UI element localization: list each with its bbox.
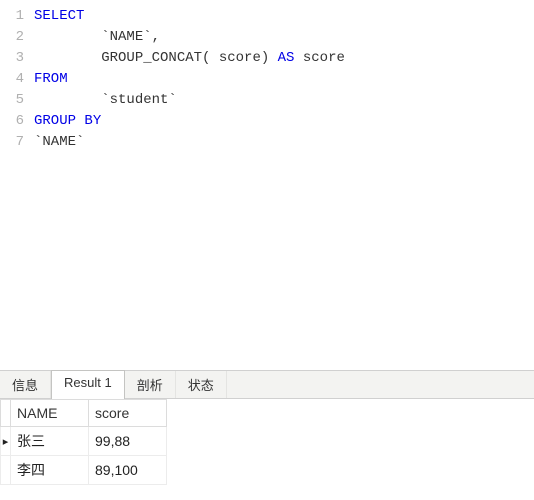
sql-editor[interactable]: 1SELECT2 `NAME`,3 GROUP_CONCAT( score) A… — [0, 0, 534, 370]
tab-result-1[interactable]: Result 1 — [51, 370, 125, 399]
table-cell[interactable]: 89,100 — [89, 456, 167, 485]
row-marker-header — [1, 400, 11, 427]
line-number: 2 — [0, 27, 34, 48]
column-header[interactable]: NAME — [11, 400, 89, 427]
code-content[interactable]: `NAME` — [34, 132, 534, 153]
result-panel: NAMEscore▸张三99,88李四89,100 — [0, 399, 534, 485]
code-content[interactable]: `NAME`, — [34, 27, 534, 48]
code-line[interactable]: 7`NAME` — [0, 132, 534, 153]
column-header[interactable]: score — [89, 400, 167, 427]
code-content[interactable]: SELECT — [34, 6, 534, 27]
tab-剖析[interactable]: 剖析 — [125, 371, 176, 398]
table-cell[interactable]: 张三 — [11, 427, 89, 456]
table-cell[interactable]: 99,88 — [89, 427, 167, 456]
code-line[interactable]: 1SELECT — [0, 6, 534, 27]
code-line[interactable]: 3 GROUP_CONCAT( score) AS score — [0, 48, 534, 69]
code-line[interactable]: 6GROUP BY — [0, 111, 534, 132]
tab-状态[interactable]: 状态 — [176, 371, 227, 398]
code-content[interactable]: GROUP BY — [34, 111, 534, 132]
row-marker: ▸ — [1, 427, 11, 456]
code-line[interactable]: 4FROM — [0, 69, 534, 90]
code-line[interactable]: 5 `student` — [0, 90, 534, 111]
result-table[interactable]: NAMEscore▸张三99,88李四89,100 — [0, 399, 167, 485]
table-row[interactable]: 李四89,100 — [1, 456, 167, 485]
line-number: 5 — [0, 90, 34, 111]
row-marker — [1, 456, 11, 485]
line-number: 7 — [0, 132, 34, 153]
table-cell[interactable]: 李四 — [11, 456, 89, 485]
code-content[interactable]: GROUP_CONCAT( score) AS score — [34, 48, 534, 69]
line-number: 1 — [0, 6, 34, 27]
code-content[interactable]: `student` — [34, 90, 534, 111]
line-number: 4 — [0, 69, 34, 90]
code-content[interactable]: FROM — [34, 69, 534, 90]
result-tabs: 信息Result 1剖析状态 — [0, 370, 534, 399]
code-line[interactable]: 2 `NAME`, — [0, 27, 534, 48]
line-number: 3 — [0, 48, 34, 69]
table-row[interactable]: ▸张三99,88 — [1, 427, 167, 456]
line-number: 6 — [0, 111, 34, 132]
tab-信息[interactable]: 信息 — [0, 371, 51, 398]
